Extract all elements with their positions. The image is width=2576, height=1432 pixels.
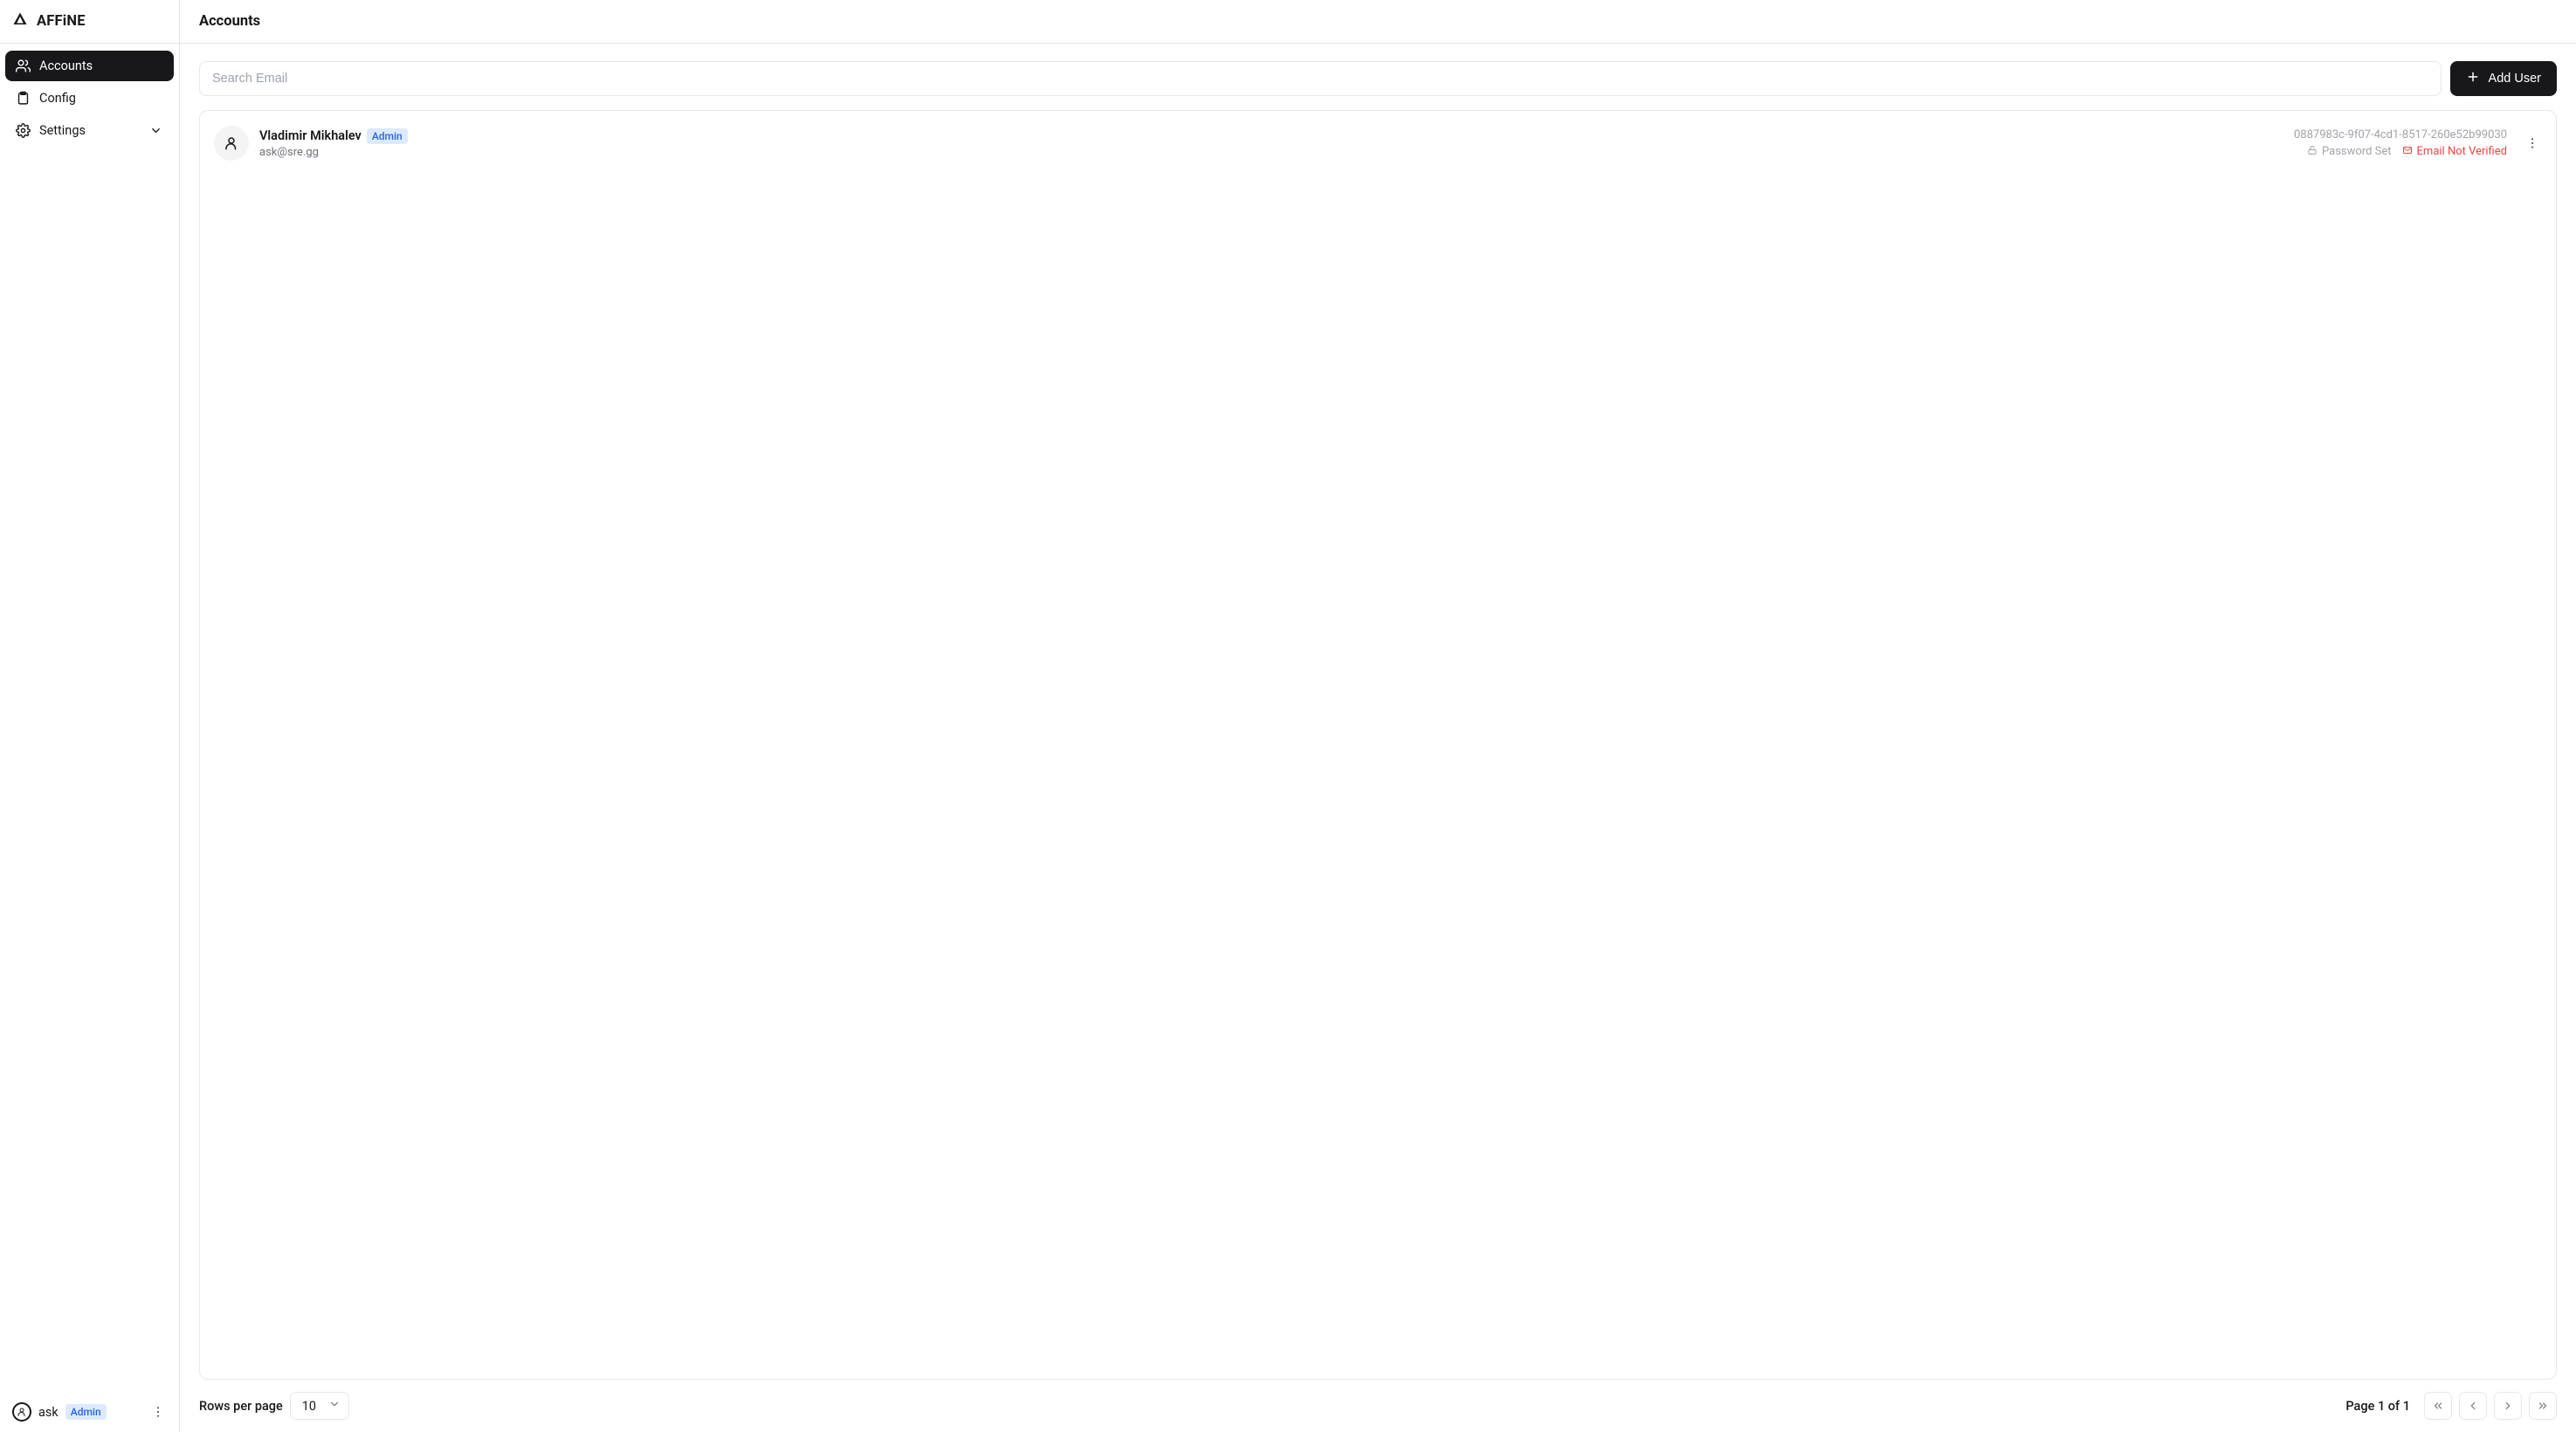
- sidebar-item-settings[interactable]: Settings: [5, 115, 174, 146]
- brand-name: AFFiNE: [37, 13, 86, 30]
- page-indicator: Page 1 of 1: [2345, 1399, 2410, 1414]
- brand-logo: AFFiNE: [0, 0, 179, 44]
- user-row[interactable]: Vladimir Mikhalev Admin ask@sre.gg 08879…: [214, 123, 2542, 163]
- current-user-badge: Admin: [65, 1404, 107, 1420]
- clipboard-icon: [16, 91, 31, 106]
- chevron-down-icon: [148, 123, 163, 138]
- email-status: Email Not Verified: [2402, 145, 2507, 159]
- page-title: Accounts: [199, 13, 260, 30]
- sidebar-item-accounts[interactable]: Accounts: [5, 51, 174, 81]
- more-vertical-icon: [2525, 136, 2539, 150]
- sidebar-item-label: Config: [39, 91, 76, 106]
- chevrons-left-icon: [2432, 1400, 2444, 1412]
- user-id: 0887983c-9f07-4cd1-8517-260e52b99030: [2294, 128, 2507, 141]
- user-name: Vladimir Mikhalev: [259, 128, 362, 143]
- add-user-label: Add User: [2489, 72, 2541, 86]
- user-avatar-icon: [12, 1402, 31, 1422]
- sidebar-item-label: Settings: [39, 123, 86, 138]
- chevrons-right-icon: [2537, 1400, 2549, 1412]
- plus-icon: [2466, 70, 2480, 87]
- chevron-left-icon: [2467, 1400, 2479, 1412]
- affine-logo-icon: [12, 11, 28, 31]
- lock-open-icon: [2307, 145, 2318, 159]
- sidebar-item-config[interactable]: Config: [5, 83, 174, 114]
- user-role-badge: Admin: [367, 128, 408, 144]
- rows-per-page-select[interactable]: 10: [290, 1392, 349, 1420]
- user-icon: [224, 135, 239, 151]
- next-page-button[interactable]: [2494, 1392, 2522, 1420]
- users-icon: [16, 59, 31, 73]
- password-status: Password Set: [2307, 145, 2392, 159]
- add-user-button[interactable]: Add User: [2450, 61, 2557, 96]
- avatar: [214, 126, 249, 161]
- rows-per-page-label: Rows per page: [199, 1399, 283, 1414]
- last-page-button[interactable]: [2529, 1392, 2557, 1420]
- chevron-down-icon: [328, 1398, 341, 1414]
- current-user-menu-button[interactable]: [149, 1403, 167, 1421]
- rows-per-page-value: 10: [302, 1399, 316, 1414]
- user-email: ask@sre.gg: [259, 146, 408, 159]
- current-user-name: ask: [38, 1405, 59, 1420]
- prev-page-button[interactable]: [2459, 1392, 2487, 1420]
- sidebar-item-label: Accounts: [39, 59, 93, 73]
- gear-icon: [16, 123, 31, 138]
- first-page-button[interactable]: [2424, 1392, 2452, 1420]
- mail-icon: [2402, 145, 2413, 159]
- search-input[interactable]: [199, 61, 2442, 96]
- more-vertical-icon: [151, 1405, 165, 1419]
- user-row-menu-button[interactable]: [2523, 136, 2542, 150]
- chevron-right-icon: [2502, 1400, 2514, 1412]
